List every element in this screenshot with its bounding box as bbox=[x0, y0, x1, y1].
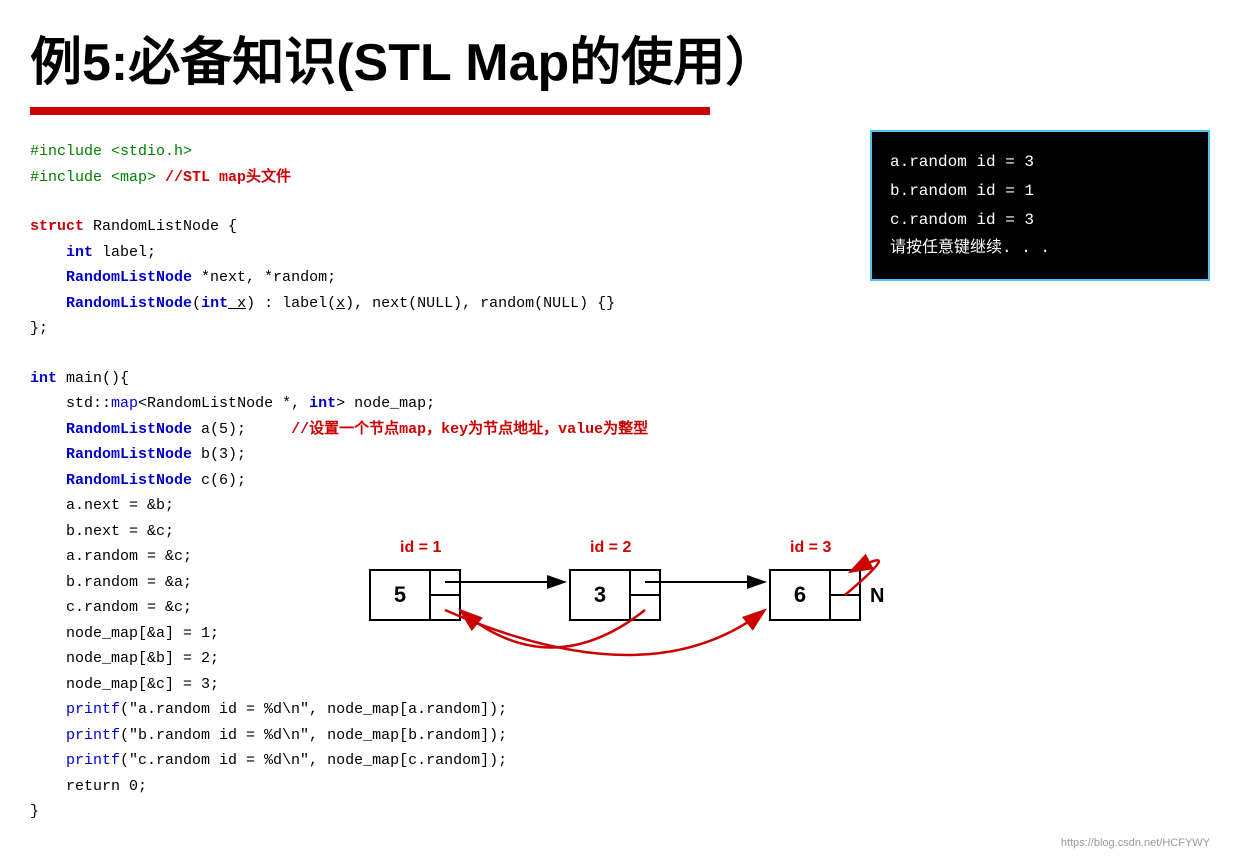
constructor-name: RandomListNode bbox=[66, 295, 192, 312]
terminal-line-4: 请按任意键继续. . . bbox=[890, 234, 1190, 263]
ptr-decl: *next, *random; bbox=[192, 269, 336, 286]
printf3-kw: printf bbox=[66, 752, 120, 769]
main-close: } bbox=[30, 803, 39, 820]
assign1: a.next = &b; bbox=[30, 497, 174, 514]
printf3 bbox=[30, 752, 66, 769]
assign5: c.random = &c; bbox=[30, 599, 192, 616]
kw-int-main: int bbox=[30, 370, 57, 387]
red-bar bbox=[30, 107, 710, 115]
kw-int2: int bbox=[201, 295, 228, 312]
null-symbol: N bbox=[870, 585, 884, 607]
node1-random-box bbox=[430, 595, 460, 620]
node-b-decl: b(3); bbox=[192, 446, 246, 463]
comment-stl-map: //STL map头文件 bbox=[165, 169, 291, 186]
page-title: 例5:必备知识(STL Map的使用） bbox=[30, 20, 1210, 95]
assign2: b.next = &c; bbox=[30, 523, 174, 540]
node1-value: 5 bbox=[394, 582, 406, 607]
indent1 bbox=[30, 244, 66, 261]
node3-value: 6 bbox=[794, 582, 806, 607]
indent6 bbox=[30, 446, 66, 463]
constructor-body: ) : label( bbox=[246, 295, 336, 312]
indent3 bbox=[30, 295, 66, 312]
node2-random-box bbox=[630, 595, 660, 620]
assign4: b.random = &a; bbox=[30, 574, 192, 591]
map3: node_map[&c] = 3; bbox=[30, 676, 219, 693]
indent4 bbox=[30, 395, 66, 412]
node-type: RandomListNode bbox=[66, 269, 192, 286]
indent2 bbox=[30, 269, 66, 286]
indent5 bbox=[30, 421, 66, 438]
indent7 bbox=[30, 472, 66, 489]
printf1-kw: printf bbox=[66, 701, 120, 718]
linked-list-diagram: id = 1 id = 2 id = 3 5 3 6 N bbox=[350, 520, 1190, 740]
comment-node-map: //设置一个节点map，key为节点地址，value为整型 bbox=[291, 421, 648, 438]
assign3: a.random = &c; bbox=[30, 548, 192, 565]
constructor-param: ( bbox=[192, 295, 201, 312]
map1: node_map[&a] = 1; bbox=[30, 625, 219, 642]
terminal-box: a.random id = 3 b.random id = 1 c.random… bbox=[870, 130, 1210, 281]
terminal-line-3: c.random id = 3 bbox=[890, 206, 1190, 235]
init-x: x bbox=[336, 295, 345, 312]
node3-next-box bbox=[830, 570, 860, 595]
label-decl: label; bbox=[93, 244, 156, 261]
return-stmt: return 0; bbox=[30, 778, 147, 795]
kw-int3: int bbox=[309, 395, 336, 412]
keyword-struct: struct bbox=[30, 218, 84, 235]
node-a-decl: a(5); bbox=[192, 421, 246, 438]
terminal-line-1: a.random id = 3 bbox=[890, 148, 1190, 177]
param-x: x bbox=[228, 295, 246, 312]
watermark: https://blog.csdn.net/HCFYWY bbox=[1061, 837, 1210, 849]
std-map-decl: std:: bbox=[66, 395, 111, 412]
diagram-area: id = 1 id = 2 id = 3 5 3 6 N bbox=[350, 520, 1190, 740]
id3-label: id = 3 bbox=[790, 539, 831, 556]
printf1 bbox=[30, 701, 66, 718]
printf3-args: ("c.random id = %d\n", node_map[c.random… bbox=[120, 752, 507, 769]
node-a-type: RandomListNode bbox=[66, 421, 192, 438]
node2-value: 3 bbox=[594, 582, 606, 607]
printf2 bbox=[30, 727, 66, 744]
map2: node_map[&b] = 2; bbox=[30, 650, 219, 667]
map-varname: > node_map; bbox=[336, 395, 435, 412]
struct-close: }; bbox=[30, 320, 48, 337]
include-stdio: #include <stdio.h> bbox=[30, 143, 192, 160]
node-b-type: RandomListNode bbox=[66, 446, 192, 463]
kw-int1: int bbox=[66, 244, 93, 261]
map-template: <RandomListNode *, bbox=[138, 395, 309, 412]
node-c-type: RandomListNode bbox=[66, 472, 192, 489]
map-keyword: map bbox=[111, 395, 138, 412]
printf2-kw: printf bbox=[66, 727, 120, 744]
id2-label: id = 2 bbox=[590, 539, 631, 556]
main-decl: main(){ bbox=[57, 370, 129, 387]
node3-random-box bbox=[830, 595, 860, 620]
node-c-decl: c(6); bbox=[192, 472, 246, 489]
init-rest: ), next(NULL), random(NULL) {} bbox=[345, 295, 615, 312]
struct-name: RandomListNode { bbox=[93, 218, 237, 235]
id1-label: id = 1 bbox=[400, 539, 441, 556]
terminal-line-2: b.random id = 1 bbox=[890, 177, 1190, 206]
include-map: #include <map> bbox=[30, 169, 156, 186]
